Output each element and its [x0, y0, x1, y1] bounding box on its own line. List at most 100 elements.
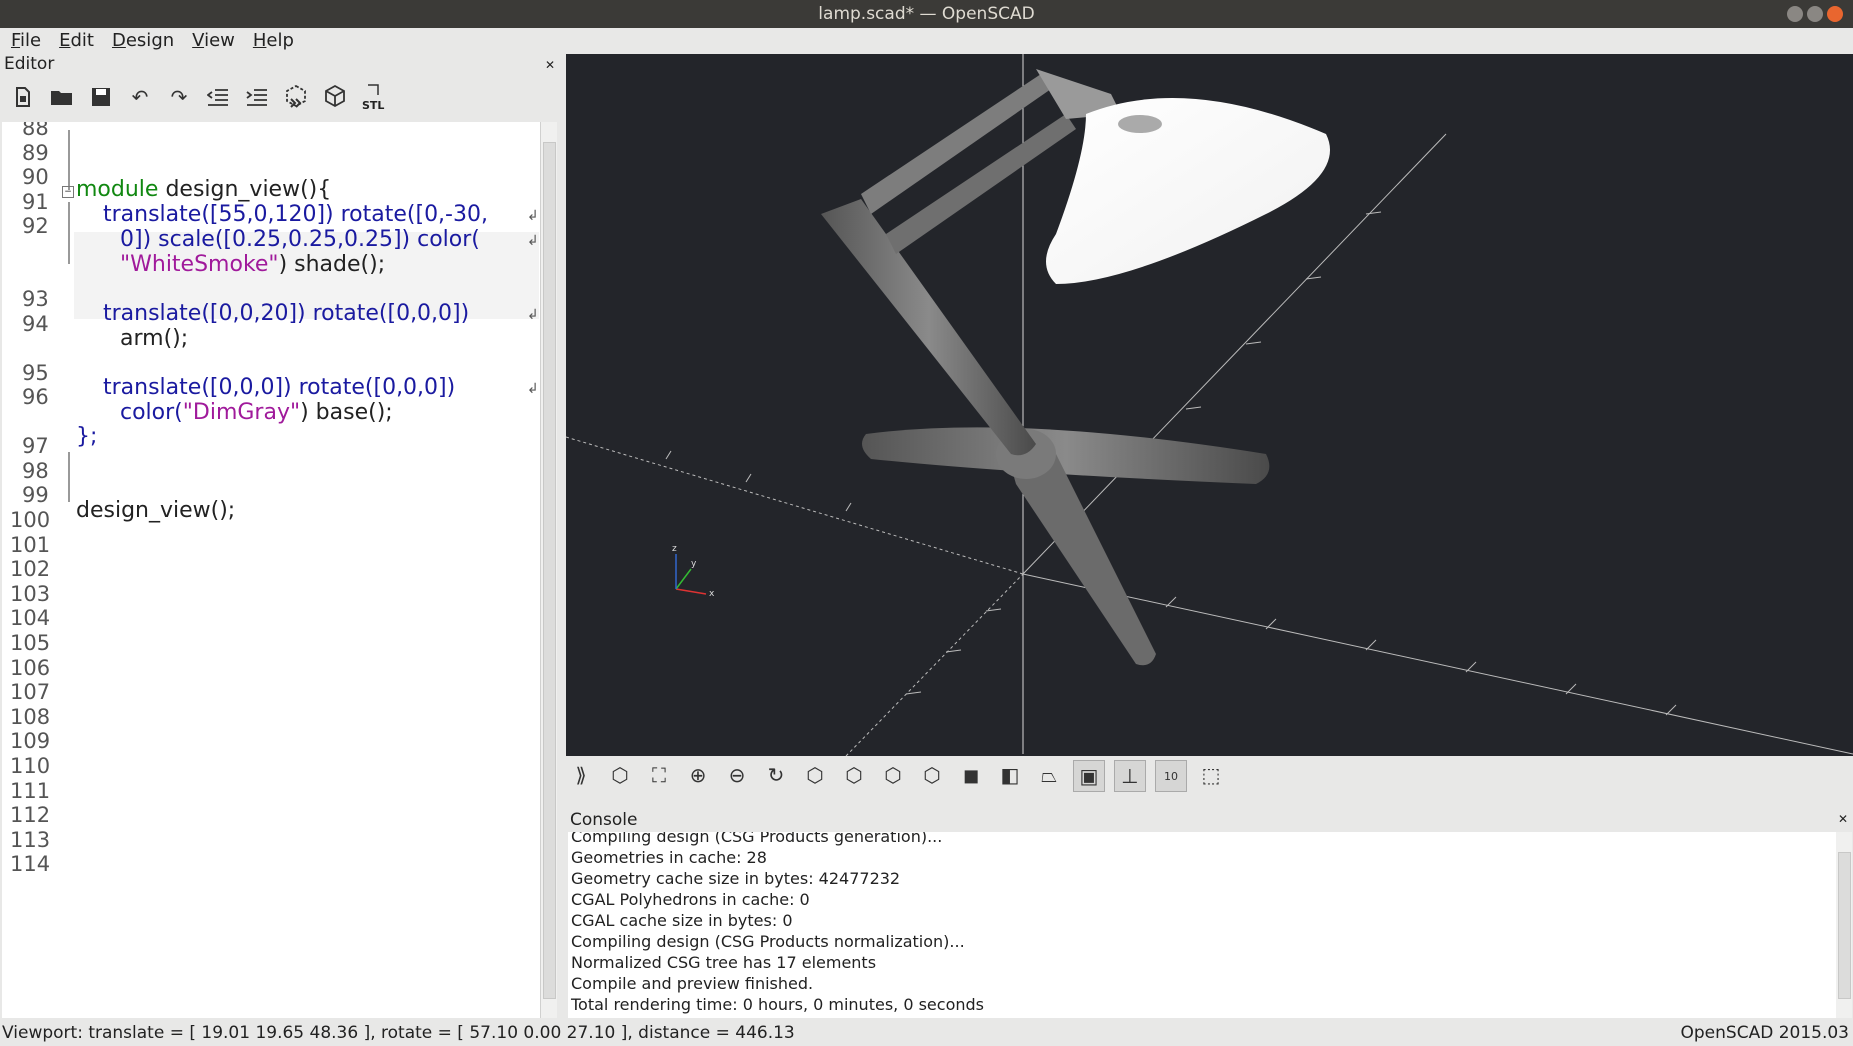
- save-icon[interactable]: [86, 82, 116, 112]
- minimize-button[interactable]: [1787, 6, 1803, 22]
- render-icon[interactable]: [320, 82, 350, 112]
- line-number: 90: [22, 165, 49, 189]
- export-stl-icon[interactable]: STL: [359, 82, 389, 112]
- console-line: CGAL cache size in bytes: 0: [571, 911, 793, 930]
- maximize-button[interactable]: [1807, 6, 1823, 22]
- line-number: 95: [22, 361, 49, 385]
- line-number: 93: [22, 287, 49, 311]
- fold-guide: [68, 130, 70, 190]
- menu-edit[interactable]: Edit: [48, 28, 101, 54]
- lamp-shade: [1046, 98, 1330, 284]
- menu-bar: File Edit Design View Help: [0, 28, 1853, 54]
- line-number: 107: [10, 680, 51, 705]
- status-bar: Viewport: translate = [ 19.01 19.65 48.3…: [0, 1021, 1853, 1046]
- scale-label: 10: [1164, 769, 1178, 783]
- preview-icon[interactable]: [281, 82, 311, 112]
- line-number: 88: [22, 122, 49, 140]
- line-number: 97: [22, 434, 49, 458]
- menu-file[interactable]: File: [0, 28, 48, 54]
- console-output[interactable]: Compiling design (CSG Products generatio…: [568, 832, 1836, 1018]
- window-title: lamp.scad* — OpenSCAD: [818, 4, 1035, 24]
- line-number: 103: [10, 581, 51, 606]
- line-number: 96: [22, 385, 49, 409]
- preview-icon[interactable]: ⟫: [566, 760, 596, 790]
- fold-toggle-icon[interactable]: −: [62, 186, 74, 198]
- code-line-96b: color("DimGray") base();: [120, 400, 393, 425]
- orthogonal-icon[interactable]: ▣: [1073, 760, 1105, 792]
- line-number: 102: [10, 557, 51, 582]
- code-line-91: module design_view(){: [76, 177, 332, 202]
- mini-x-axis: [675, 588, 707, 595]
- code-line-94a: translate([0,0,20]) rotate([0,0,0]): [103, 301, 470, 326]
- close-window-button[interactable]: [1827, 6, 1843, 22]
- console-line: Normalized CSG tree has 17 elements: [571, 953, 877, 972]
- code-line-96a: translate([0,0,0]) rotate([0,0,0]): [103, 375, 456, 400]
- editor-scrollbar-thumb[interactable]: [543, 142, 556, 999]
- open-file-icon[interactable]: [47, 82, 77, 112]
- viewport-toolbar: ⟫ ⬡ ⛶ ⊕ ⊖ ↻ ⬡ ⬡ ⬡ ⬡ ◼ ◧ ⏢ ▣ ⊥ 10 ⬚: [566, 760, 1235, 792]
- view-bottom-icon[interactable]: ⬡: [878, 760, 908, 790]
- show-axes-icon[interactable]: ⊥: [1114, 760, 1146, 792]
- menu-design[interactable]: Design: [101, 28, 181, 54]
- console-close-icon[interactable]: ✕: [1838, 812, 1848, 826]
- code-line-92c: "WhiteSmoke") shade();: [120, 252, 386, 277]
- fold-guide: [68, 202, 70, 264]
- redo-icon[interactable]: ↷: [164, 82, 194, 112]
- wrap-icon: ↲: [527, 381, 539, 397]
- view-back-icon[interactable]: ◧: [995, 760, 1025, 790]
- 3d-viewport[interactable]: x y z: [566, 54, 1853, 756]
- show-edges-icon[interactable]: ⬚: [1196, 760, 1226, 790]
- line-number: 100: [10, 508, 51, 532]
- reset-view-icon[interactable]: ↻: [761, 760, 791, 790]
- view-top-icon[interactable]: ⬡: [839, 760, 869, 790]
- view-left-icon[interactable]: ⬡: [917, 760, 947, 790]
- code-line-92b: 0]) scale([0.25,0.25,0.25]) color(: [120, 227, 480, 252]
- zoom-out-icon[interactable]: ⊖: [722, 760, 752, 790]
- editor-close-icon[interactable]: ✕: [545, 58, 555, 72]
- view-front-icon[interactable]: ◼: [956, 760, 986, 790]
- console-line: Geometries in cache: 28: [571, 848, 767, 867]
- code-editor[interactable]: 88 89 90 91 92 93 94 95 96 97 98 99 100 101 102 103 104 1…: [2, 122, 540, 1018]
- line-number: 114: [10, 852, 51, 877]
- console-scrollbar-thumb[interactable]: [1838, 852, 1851, 999]
- line-number: 106: [10, 655, 51, 680]
- model-render: x y z: [566, 54, 1853, 756]
- console-line: Geometry cache size in bytes: 42477232: [571, 869, 901, 888]
- main-arm: [821, 199, 1036, 456]
- editor-title: Editor: [4, 54, 55, 74]
- console-title: Console: [570, 810, 638, 830]
- shade-hole: [1118, 115, 1162, 133]
- line-number: 94: [22, 312, 49, 336]
- show-scale-icon[interactable]: 10: [1155, 760, 1187, 792]
- stl-label: STL: [362, 99, 384, 111]
- line-number: 91: [22, 190, 49, 214]
- console-line: Total rendering time: 0 hours, 0 minutes…: [571, 995, 984, 1014]
- menu-view[interactable]: View: [181, 28, 242, 54]
- line-number: 104: [10, 606, 51, 631]
- code-line-92a: translate([55,0,120]) rotate([0,-30,: [103, 202, 488, 227]
- wrap-icon: ↲: [527, 233, 539, 249]
- perspective-icon[interactable]: ⏢: [1034, 760, 1064, 790]
- line-number: 98: [22, 459, 49, 483]
- editor-toolbar: ↶ ↷ STL: [8, 82, 398, 112]
- version-label: OpenSCAD 2015.03: [1680, 1023, 1850, 1043]
- render-icon[interactable]: ⬡: [605, 760, 635, 790]
- indent-icon[interactable]: [242, 82, 272, 112]
- console-line: Compile and preview finished.: [571, 974, 814, 993]
- view-all-icon[interactable]: ⛶: [644, 760, 674, 790]
- line-number: 108: [10, 704, 51, 729]
- viewport-status: Viewport: translate = [ 19.01 19.65 48.3…: [2, 1023, 795, 1043]
- mini-z-label: z: [672, 544, 677, 554]
- view-right-icon[interactable]: ⬡: [800, 760, 830, 790]
- menu-help[interactable]: Help: [242, 28, 301, 54]
- line-number: 113: [10, 827, 51, 852]
- unindent-icon[interactable]: [203, 82, 233, 112]
- zoom-in-icon[interactable]: ⊕: [683, 760, 713, 790]
- fold-guide: [68, 452, 70, 502]
- undo-icon[interactable]: ↶: [125, 82, 155, 112]
- line-number: 110: [10, 754, 51, 778]
- console-scrollbar[interactable]: [1836, 832, 1852, 1018]
- editor-scrollbar[interactable]: [540, 122, 557, 1018]
- new-file-icon[interactable]: [8, 82, 38, 112]
- y-axis-neg: [845, 573, 1024, 756]
